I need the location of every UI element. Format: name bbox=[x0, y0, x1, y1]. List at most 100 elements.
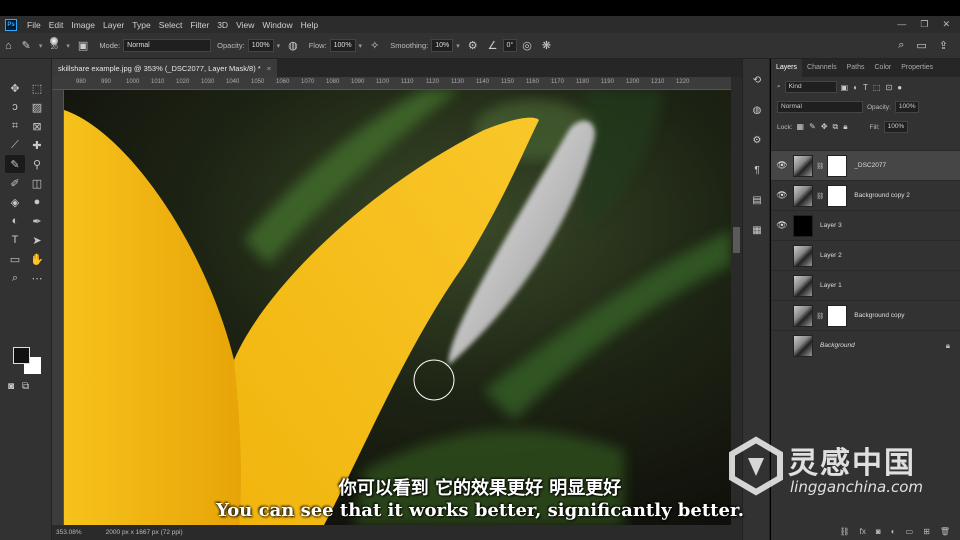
search-icon[interactable]: ⌕ bbox=[898, 39, 904, 52]
fx-icon[interactable]: fx bbox=[860, 527, 866, 536]
tab-color[interactable]: Color bbox=[870, 59, 897, 77]
chevron-down-icon[interactable]: ▾ bbox=[277, 42, 281, 50]
trash-icon[interactable]: 🗑︎ bbox=[940, 527, 950, 536]
workspace-icon[interactable]: ▭ bbox=[916, 39, 926, 52]
menu-type[interactable]: Type bbox=[128, 20, 154, 30]
menu-3d[interactable]: 3D bbox=[213, 20, 232, 30]
lock-all-icon[interactable]: 🔒︎ bbox=[843, 122, 847, 132]
layer-row[interactable]: ⛓︎ Background copy bbox=[771, 300, 960, 330]
link-layers-icon[interactable]: ⛓︎ bbox=[840, 527, 850, 536]
pressure-opacity-icon[interactable]: ◍ bbox=[288, 39, 298, 52]
flow-field[interactable]: 100% bbox=[329, 39, 356, 52]
layer-name[interactable]: Layer 1 bbox=[820, 282, 842, 289]
paragraph-icon[interactable]: ¶ bbox=[750, 165, 764, 179]
airbrush-icon[interactable]: ✧ bbox=[370, 39, 379, 52]
brush-tool-icon[interactable]: ✎ bbox=[5, 155, 25, 173]
minimize-icon[interactable]: — bbox=[897, 19, 906, 30]
close-tab-icon[interactable]: × bbox=[267, 64, 271, 73]
path-select-icon[interactable]: ➤ bbox=[27, 231, 47, 249]
zoom-tool-icon[interactable]: ⌕ bbox=[5, 269, 25, 287]
image-canvas[interactable] bbox=[64, 90, 731, 525]
layer-name[interactable]: Layer 2 bbox=[820, 252, 842, 259]
chevron-down-icon[interactable]: ▾ bbox=[39, 42, 43, 50]
pressure-size-icon[interactable]: ◎ bbox=[522, 39, 532, 52]
pixel-filter-icon[interactable]: ▣ bbox=[841, 83, 849, 92]
layer-mask-thumbnail[interactable] bbox=[827, 184, 848, 207]
eyedropper-tool-icon[interactable]: ⟋ bbox=[5, 136, 25, 154]
menu-image[interactable]: Image bbox=[67, 20, 99, 30]
menu-edit[interactable]: Edit bbox=[45, 20, 68, 30]
chevron-down-icon[interactable]: ▾ bbox=[456, 42, 460, 50]
visibility-eye-icon[interactable]: 👁︎ bbox=[771, 220, 793, 231]
document-tab[interactable]: skillshare example.jpg @ 353% (_DSC2077,… bbox=[52, 59, 278, 77]
close-icon[interactable]: ✕ bbox=[942, 19, 950, 30]
lock-artboard-icon[interactable]: ⧉ bbox=[833, 122, 839, 132]
lock-icon[interactable]: 🔒︎ bbox=[946, 341, 950, 351]
adjustment-layer-icon[interactable]: ◐ bbox=[891, 527, 896, 536]
marquee-tool-icon[interactable]: ⬚ bbox=[27, 79, 47, 97]
lock-paint-icon[interactable]: ✎ bbox=[809, 122, 816, 132]
angle-field[interactable]: 0° bbox=[502, 39, 518, 52]
opacity-field[interactable]: 100% bbox=[894, 101, 920, 113]
lasso-tool-icon[interactable]: ↄ bbox=[5, 98, 25, 116]
layer-name[interactable]: Background copy bbox=[854, 312, 904, 319]
dodge-tool-icon[interactable]: ◐ bbox=[5, 212, 25, 230]
chevron-down-icon[interactable]: ▾ bbox=[66, 42, 70, 50]
eraser-tool-icon[interactable]: ◫ bbox=[27, 174, 47, 192]
filter-kind-select[interactable]: Kind bbox=[784, 81, 837, 93]
pen-tool-icon[interactable]: ✒ bbox=[27, 212, 47, 230]
crop-tool-icon[interactable]: ⌗ bbox=[5, 117, 25, 135]
visibility-eye-icon[interactable]: 👁︎ bbox=[771, 160, 793, 171]
gear-icon[interactable]: ⚙ bbox=[468, 39, 478, 52]
object-select-tool-icon[interactable]: ▨ bbox=[27, 98, 47, 116]
type-filter-icon[interactable]: T bbox=[863, 83, 868, 92]
blend-mode-select[interactable]: Normal bbox=[777, 101, 863, 113]
healing-tool-icon[interactable]: ✚ bbox=[27, 136, 47, 154]
smart-object-filter-icon[interactable]: ⊡ bbox=[886, 83, 893, 92]
blur-tool-icon[interactable]: ● bbox=[27, 193, 47, 211]
adjustment-filter-icon[interactable]: ◐ bbox=[853, 83, 858, 92]
layer-row[interactable]: 👁︎ Layer 3 bbox=[771, 210, 960, 240]
layer-name[interactable]: _DSC2077 bbox=[854, 162, 886, 169]
layer-row[interactable]: Background 🔒︎ bbox=[771, 330, 960, 360]
gradient-panel-icon[interactable]: ▤ bbox=[750, 195, 764, 209]
frame-tool-icon[interactable]: ⊠ bbox=[27, 117, 47, 135]
scroll-thumb[interactable] bbox=[733, 227, 740, 253]
menu-file[interactable]: File bbox=[23, 20, 45, 30]
menu-select[interactable]: Select bbox=[155, 20, 187, 30]
menu-layer[interactable]: Layer bbox=[99, 20, 128, 30]
fill-field[interactable]: 100% bbox=[883, 121, 909, 133]
layer-row[interactable]: Layer 2 bbox=[771, 240, 960, 270]
move-tool-icon[interactable]: ✥ bbox=[5, 79, 25, 97]
mode-select[interactable]: Normal bbox=[123, 39, 212, 52]
menu-view[interactable]: View bbox=[232, 20, 258, 30]
more-tools-icon[interactable]: ⋯ bbox=[27, 269, 47, 287]
chevron-down-icon[interactable]: ▾ bbox=[359, 42, 363, 50]
tab-channels[interactable]: Channels bbox=[802, 59, 842, 77]
history-brush-icon[interactable]: ✐ bbox=[5, 174, 25, 192]
share-icon[interactable]: ⇪ bbox=[939, 39, 948, 52]
hand-tool-icon[interactable]: ✋ bbox=[27, 250, 47, 268]
add-mask-icon[interactable]: ◙ bbox=[876, 527, 881, 536]
home-icon[interactable]: ⌂ bbox=[5, 40, 12, 52]
brush-tool-icon[interactable]: ✎ bbox=[22, 39, 31, 52]
type-tool-icon[interactable]: T bbox=[5, 231, 25, 249]
link-icon[interactable]: ⛓︎ bbox=[816, 312, 824, 320]
rectangle-tool-icon[interactable]: ▭ bbox=[5, 250, 25, 268]
tab-properties[interactable]: Properties bbox=[896, 59, 938, 77]
lock-pixels-icon[interactable]: ▦ bbox=[797, 122, 805, 132]
link-icon[interactable]: ⛓︎ bbox=[816, 162, 824, 170]
quick-mask-icon[interactable]: ◙ bbox=[8, 381, 14, 392]
tab-layers[interactable]: Layers bbox=[771, 59, 803, 77]
brush-preset-picker[interactable]: 20 bbox=[47, 36, 61, 55]
layer-mask-thumbnail[interactable] bbox=[827, 304, 848, 327]
visibility-eye-icon[interactable]: 👁︎ bbox=[771, 190, 793, 201]
smoothing-field[interactable]: 10% bbox=[431, 39, 454, 52]
shape-filter-icon[interactable]: ⬚ bbox=[873, 83, 881, 92]
layer-row[interactable]: 👁︎ ⛓︎ _DSC2077 bbox=[771, 150, 960, 180]
brush-panel-icon[interactable]: ◍ bbox=[750, 105, 764, 119]
layer-mask-thumbnail[interactable] bbox=[827, 154, 848, 177]
swatches-icon[interactable]: ▦ bbox=[750, 225, 764, 239]
stamp-tool-icon[interactable]: ⚲ bbox=[27, 155, 47, 173]
layer-row[interactable]: Layer 1 bbox=[771, 270, 960, 300]
